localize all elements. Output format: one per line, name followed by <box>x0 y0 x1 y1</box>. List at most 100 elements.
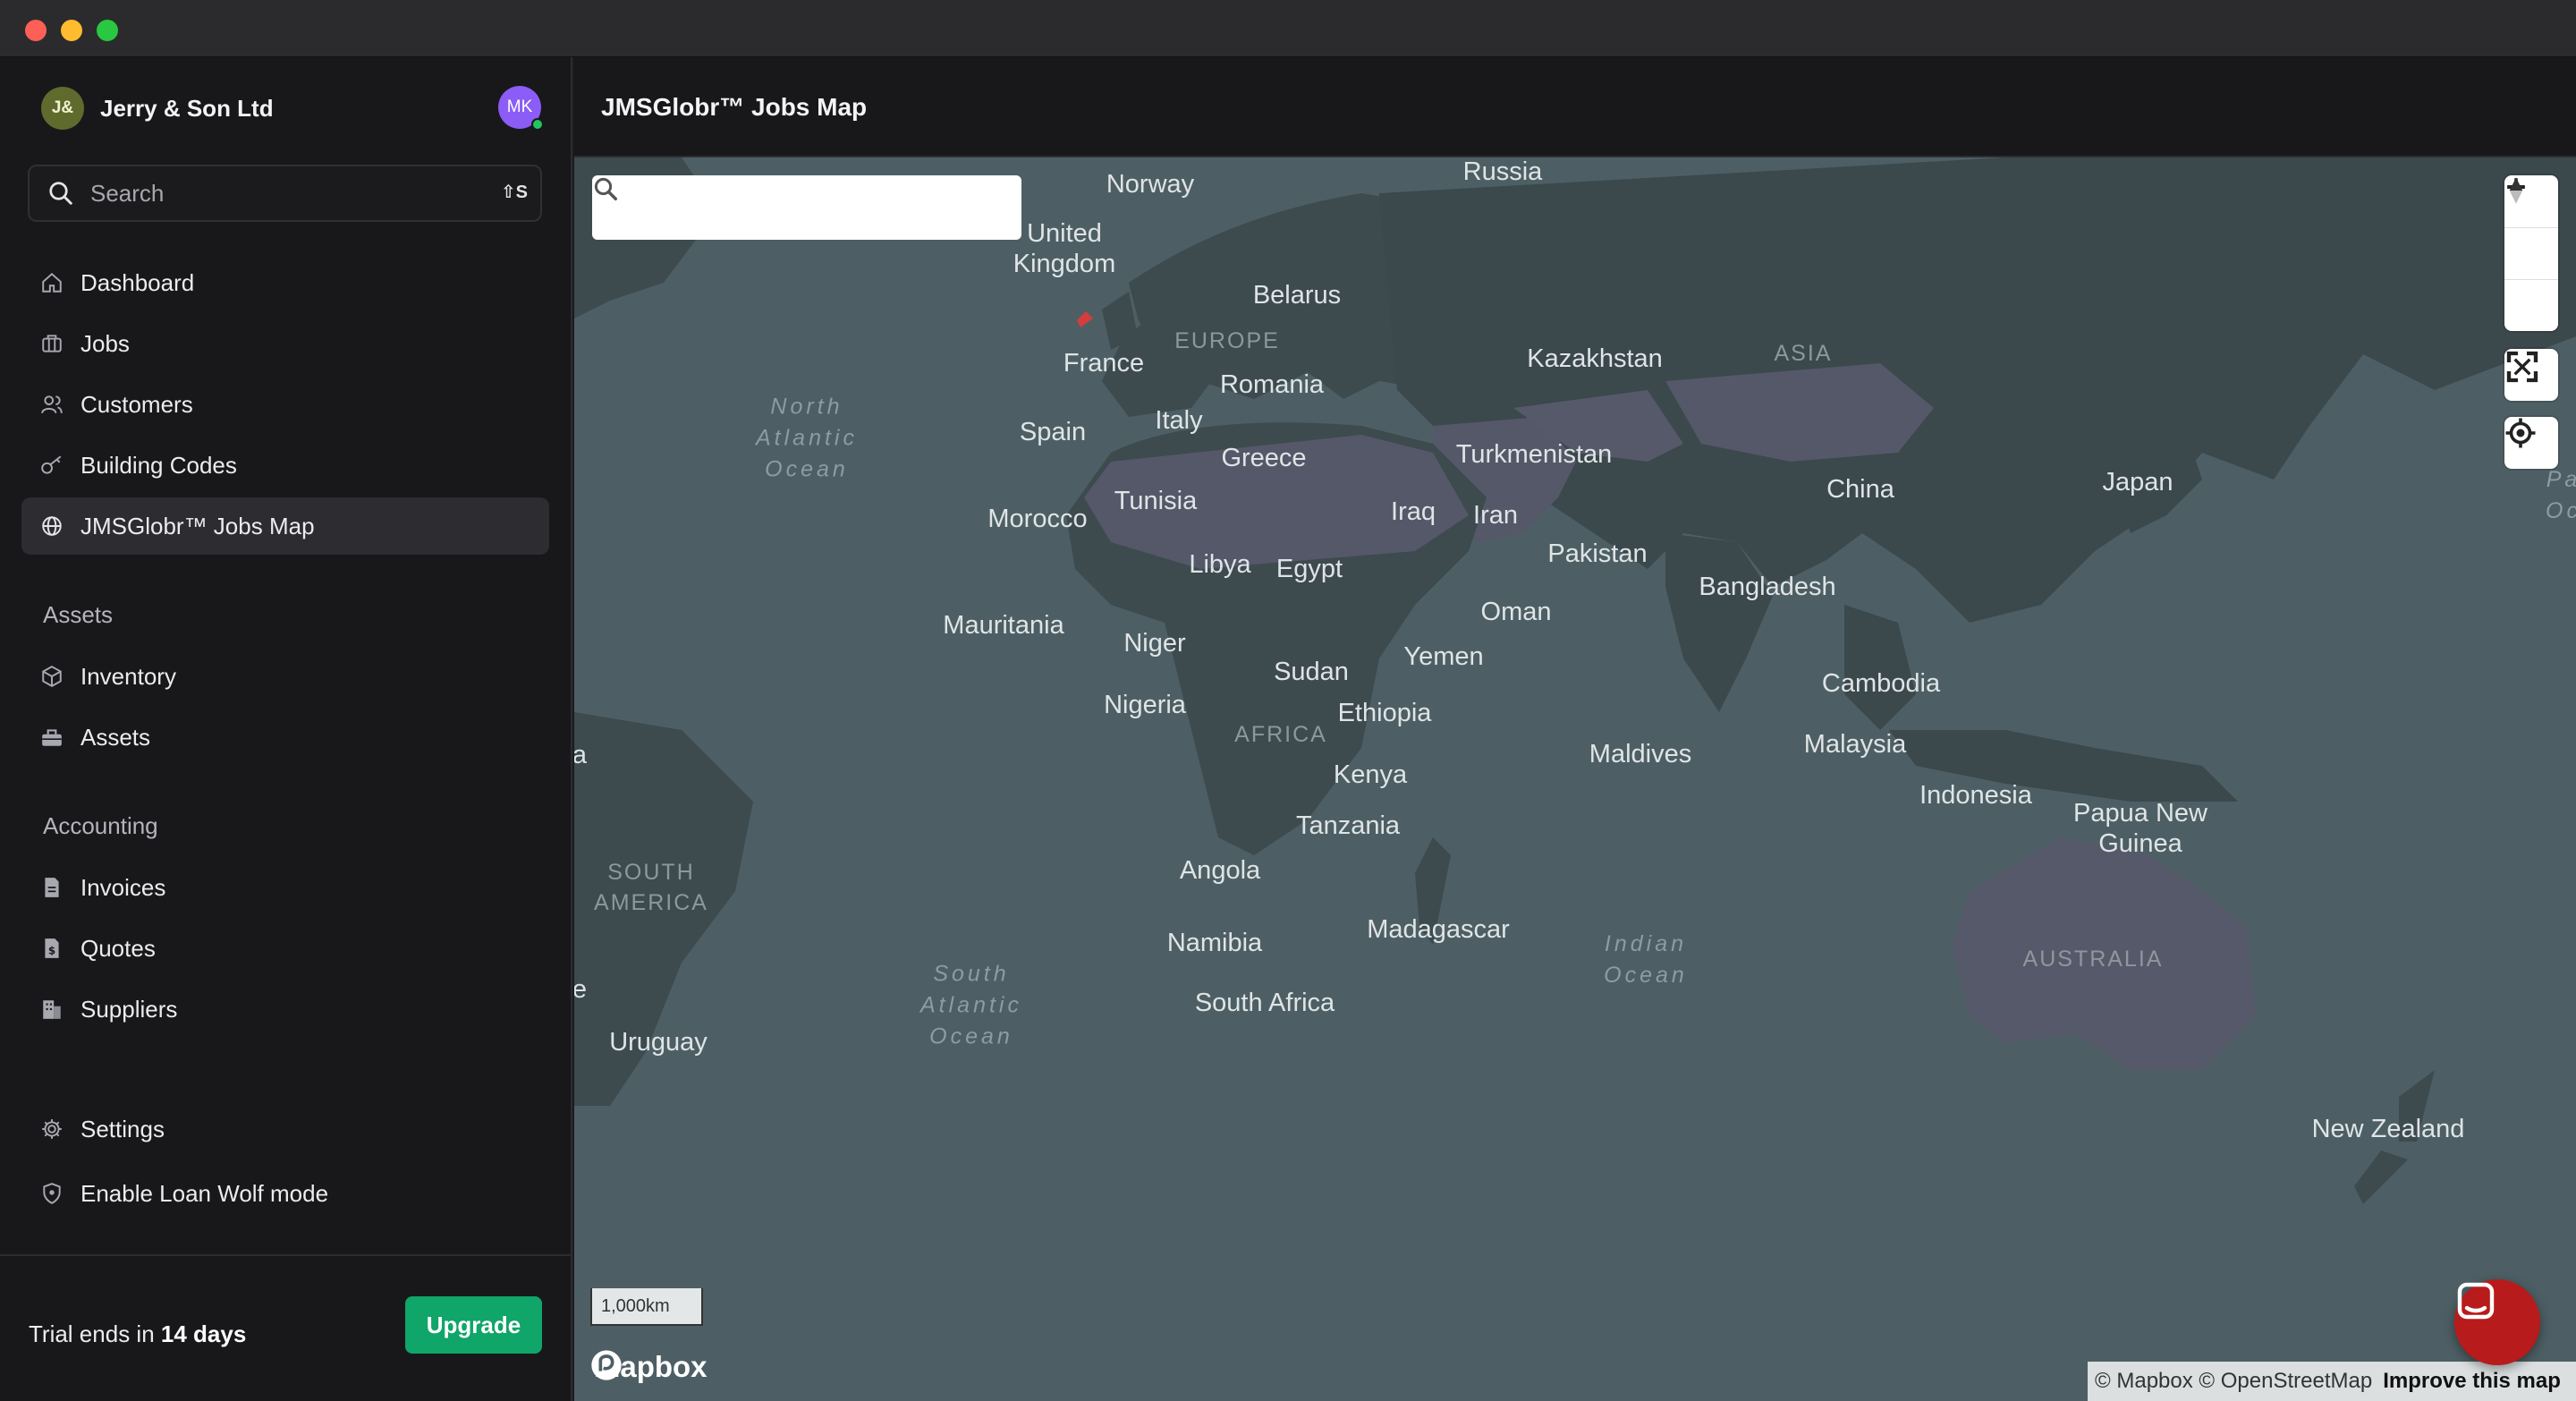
section-heading-accounting: Accounting <box>43 812 158 839</box>
mapbox-logo-icon <box>591 1350 622 1380</box>
map-label-bangladesh: Bangladesh <box>1699 573 1836 601</box>
section-heading-assets: Assets <box>43 601 114 628</box>
trial-footer: Trial ends in 14 days Upgrade <box>0 1254 572 1401</box>
nav-dashboard[interactable]: Dashboard <box>21 254 549 311</box>
map-label-libya: Libya <box>1189 550 1251 579</box>
map-label-madagascar: Madagascar <box>1367 915 1510 944</box>
nav-jobs-map[interactable]: JMSGlobr™ Jobs Map <box>21 497 549 555</box>
map-label-turkmenistan: Turkmenistan <box>1455 440 1613 469</box>
map-label-iran: Iran <box>1473 501 1518 530</box>
toolbox-icon <box>39 725 64 750</box>
nav-label: Suppliers <box>80 995 178 1023</box>
gear-icon <box>39 1117 64 1142</box>
map-label-russia: Russia <box>1462 157 1543 186</box>
map-label-edge-a: a <box>574 741 588 769</box>
minimize-window-button[interactable] <box>61 20 82 41</box>
search-icon <box>49 182 72 205</box>
nav-assets[interactable]: Assets <box>21 709 549 766</box>
map-label-italy: Italy <box>1155 406 1203 435</box>
nav-label: Enable Loan Wolf mode <box>80 1179 329 1207</box>
improve-map-link[interactable]: Improve this map <box>2383 1369 2561 1394</box>
window-titlebar <box>0 0 2576 57</box>
sidebar-search[interactable]: Search ⇧S <box>28 165 542 222</box>
nav-settings[interactable]: Settings <box>21 1100 549 1158</box>
mapbox-logo[interactable]: mapbox <box>589 1347 708 1387</box>
map-attribution: © Mapbox © OpenStreetMap Improve this ma… <box>2088 1362 2576 1401</box>
fullscreen-button[interactable] <box>2504 349 2558 401</box>
map-label-indonesia: Indonesia <box>1919 781 2032 810</box>
map-label-europe: EUROPE <box>1174 328 1280 353</box>
map-label-mauritania: Mauritania <box>943 611 1064 640</box>
search-icon <box>594 177 617 200</box>
quote-icon: $ <box>39 936 64 961</box>
map-label-indian-ocean: Indian Ocean <box>1604 931 1688 988</box>
map-label-romania: Romania <box>1219 370 1325 399</box>
map-label-maldives: Maldives <box>1589 740 1692 768</box>
attribution-text[interactable]: © Mapbox © OpenStreetMap <box>2095 1369 2372 1394</box>
map-search-input[interactable] <box>592 175 1021 240</box>
map-label-tanzania: Tanzania <box>1295 811 1401 840</box>
map-label-china: China <box>1826 475 1894 504</box>
map-label-spain: Spain <box>1019 418 1087 446</box>
nav-jobs[interactable]: Jobs <box>21 315 549 372</box>
map-label-australia: AUSTRALIA <box>2022 947 2164 972</box>
nav-invoices[interactable]: Invoices <box>21 859 549 916</box>
map-label-united-kingdom: United Kingdom <box>1013 219 1116 278</box>
fullscreen-icon <box>2506 351 2538 383</box>
geolocate-control <box>2504 417 2558 469</box>
map-label-pacific-partial: Pa Oc <box>2546 467 2576 523</box>
map-label-malaysia: Malaysia <box>1803 730 1907 759</box>
nav-quotes[interactable]: $ Quotes <box>21 920 549 977</box>
nav-label: Dashboard <box>80 268 195 296</box>
map-label-angola: Angola <box>1179 856 1261 885</box>
nav-label: Building Codes <box>80 451 237 479</box>
briefcase-icon <box>39 331 64 356</box>
map-label-morocco: Morocco <box>987 505 1088 533</box>
map-label-pakistan: Pakistan <box>1547 539 1648 568</box>
geolocate-button[interactable] <box>2504 417 2558 469</box>
close-window-button[interactable] <box>25 20 47 41</box>
org-switcher[interactable]: J& Jerry & Son Ltd <box>41 86 274 131</box>
org-name: Jerry & Son Ltd <box>100 94 274 122</box>
svg-text:$: $ <box>48 945 55 957</box>
upgrade-button[interactable]: Upgrade <box>405 1296 542 1354</box>
key-icon <box>39 453 64 478</box>
map-label-uruguay: Uruguay <box>609 1028 708 1057</box>
map-scale: 1,000km <box>590 1288 703 1326</box>
map-label-south-america: SOUTH AMERICA <box>594 860 708 915</box>
nav-label: JMSGlobr™ Jobs Map <box>80 512 315 539</box>
compass-button[interactable] <box>2504 177 2558 331</box>
nav-label: Invoices <box>80 873 166 901</box>
search-shortcut: ⇧S <box>500 183 528 202</box>
globe-icon <box>39 514 64 539</box>
map-label-nigeria: Nigeria <box>1104 691 1186 719</box>
nav-label: Quotes <box>80 934 156 962</box>
map-canvas[interactable]: Russia Norway United Kingdom Belarus EUR… <box>574 157 2576 1401</box>
map-label-niger: Niger <box>1123 629 1186 658</box>
map-label-oman: Oman <box>1480 598 1552 626</box>
page-header: JMSGlobr™ Jobs Map <box>574 57 2576 157</box>
map-label-africa: AFRICA <box>1234 722 1327 747</box>
nav-loan-wolf-mode[interactable]: Enable Loan Wolf mode <box>21 1165 549 1222</box>
online-status-dot <box>531 118 544 131</box>
locate-icon <box>2505 418 2536 448</box>
map-label-south-atlantic: South Atlantic Ocean <box>920 961 1022 1049</box>
users-icon <box>39 392 64 417</box>
sidebar: J& Jerry & Son Ltd MK Search ⇧S Dashboar… <box>0 57 572 1401</box>
nav-label: Settings <box>80 1115 165 1142</box>
map-label-asia: ASIA <box>1774 341 1833 366</box>
nav-label: Jobs <box>80 329 130 357</box>
nav-inventory[interactable]: Inventory <box>21 648 549 705</box>
map-label-new-zealand: New Zealand <box>2311 1115 2465 1143</box>
trial-text: Trial ends in 14 days <box>29 1320 247 1347</box>
nav-customers[interactable]: Customers <box>21 376 549 433</box>
trial-days: 14 days <box>160 1320 247 1347</box>
nav-suppliers[interactable]: Suppliers <box>21 981 549 1038</box>
chat-launcher-button[interactable] <box>2454 1279 2540 1365</box>
shield-icon <box>39 1181 64 1206</box>
zoom-out-button[interactable] <box>2504 185 2558 279</box>
map-label-edge-e: e <box>574 975 588 1004</box>
page-title: JMSGlobr™ Jobs Map <box>601 93 868 121</box>
nav-building-codes[interactable]: Building Codes <box>21 437 549 494</box>
maximize-window-button[interactable] <box>97 20 118 41</box>
